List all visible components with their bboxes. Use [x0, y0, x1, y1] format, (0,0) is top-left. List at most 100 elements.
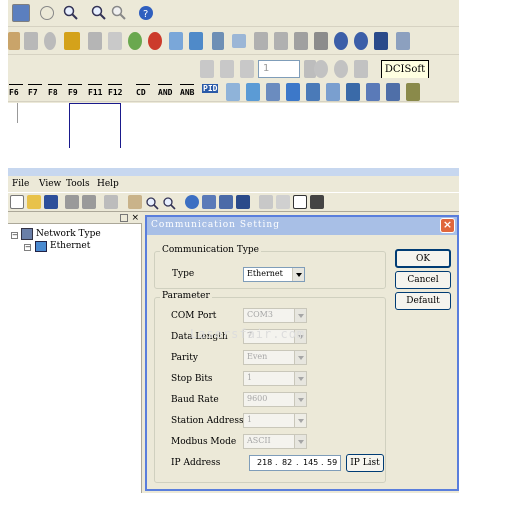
fkey-f6[interactable]: F6 — [9, 84, 23, 97]
dialog-title-bar[interactable]: Communication Setting × — [147, 217, 457, 235]
monitor-icon[interactable] — [24, 32, 38, 50]
parity-select[interactable]: Even — [243, 350, 307, 365]
download-icon[interactable] — [189, 32, 203, 50]
ip-address-input[interactable]: 218 . 82 . 145 . 59 — [249, 455, 341, 471]
fkey-f8[interactable]: F8 — [48, 84, 62, 97]
chevron-down-icon[interactable] — [294, 372, 306, 385]
globe-icon[interactable] — [185, 195, 199, 209]
new-icon[interactable] — [10, 195, 24, 209]
zoom-in-icon[interactable] — [145, 195, 159, 210]
connect-icon[interactable] — [8, 32, 20, 50]
network-icon[interactable] — [374, 32, 388, 50]
replace-icon[interactable] — [354, 32, 368, 50]
type-select[interactable]: Ethernet — [243, 267, 305, 282]
search-device-icon[interactable] — [202, 195, 216, 209]
pin-icon[interactable] — [44, 32, 56, 50]
stop-icon[interactable] — [148, 32, 162, 50]
tree-node-ethernet[interactable]: Ethernet — [50, 241, 90, 251]
func-cd[interactable]: CD — [136, 84, 150, 97]
diamond-icon[interactable] — [286, 83, 300, 101]
baud-rate-select[interactable]: 9600 — [243, 392, 307, 407]
station-address-spinner[interactable]: 1 — [243, 413, 307, 428]
close-icon[interactable]: × — [440, 218, 455, 233]
ip-list-button[interactable]: IP List — [346, 454, 384, 472]
chevron-down-icon[interactable] — [294, 435, 306, 448]
device-icon[interactable] — [366, 83, 380, 101]
panel-restore-icon[interactable] — [120, 214, 128, 222]
pair-icon[interactable] — [274, 32, 288, 50]
zoom-in-icon[interactable] — [90, 4, 108, 22]
upload-icon[interactable] — [169, 32, 183, 50]
list-icon[interactable] — [314, 32, 328, 50]
compile-icon[interactable] — [232, 34, 246, 48]
step-input[interactable]: 1 — [258, 60, 300, 78]
print-icon[interactable] — [65, 195, 79, 209]
func-pid[interactable]: PID — [202, 84, 219, 93]
menu-help[interactable]: Help — [97, 179, 119, 189]
stop-bits-select[interactable]: 1 — [243, 371, 307, 386]
fkey-f7[interactable]: F7 — [28, 84, 42, 97]
chart-icon[interactable] — [219, 195, 233, 209]
spinner-arrows-icon[interactable] — [294, 414, 306, 427]
monitor-icon[interactable] — [236, 195, 250, 209]
image-icon[interactable] — [108, 32, 122, 50]
branch-icon[interactable] — [346, 83, 360, 101]
preview-icon[interactable] — [82, 195, 96, 209]
chevron-down-icon[interactable] — [292, 268, 304, 281]
chevron-down-icon[interactable] — [294, 393, 306, 406]
tree-collapse-icon[interactable]: − — [24, 244, 31, 251]
func-anb[interactable]: ANB — [180, 84, 194, 97]
menu-tools[interactable]: Tools — [66, 179, 90, 189]
zoom-out-icon[interactable] — [110, 4, 128, 22]
tool-icon[interactable] — [212, 32, 224, 50]
save-icon[interactable] — [44, 195, 58, 209]
window-icon[interactable] — [293, 195, 307, 209]
hand-icon[interactable] — [128, 195, 142, 209]
default-button[interactable]: Default — [395, 292, 451, 310]
grid-icon[interactable] — [88, 32, 102, 50]
ladder-icon[interactable] — [64, 32, 80, 50]
modbus-mode-select[interactable]: ASCII — [243, 434, 307, 449]
tool-a-icon[interactable] — [200, 60, 214, 78]
table-icon[interactable] — [306, 83, 320, 101]
func-and[interactable]: AND — [158, 84, 172, 97]
tree-node-network-type[interactable]: Network Type — [36, 229, 101, 239]
chevron-down-icon[interactable] — [294, 309, 306, 322]
zoom-out-icon[interactable] — [162, 195, 176, 210]
convert-icon[interactable] — [254, 32, 268, 50]
fkey-f9[interactable]: F9 — [68, 84, 82, 97]
tool-b-icon[interactable] — [220, 60, 234, 78]
menu-file[interactable]: File — [12, 179, 29, 189]
tree-collapse-icon[interactable]: − — [11, 232, 18, 239]
refresh-icon[interactable] — [104, 195, 118, 209]
search-icon[interactable] — [62, 4, 80, 22]
save-icon[interactable] — [12, 4, 30, 22]
step-icon[interactable] — [266, 83, 280, 101]
panel-close-icon[interactable]: × — [131, 213, 139, 223]
open-icon[interactable] — [27, 195, 41, 209]
find-icon[interactable] — [334, 32, 348, 50]
fkey-f12[interactable]: F12 — [108, 84, 122, 97]
cancel-button[interactable]: Cancel — [395, 271, 451, 289]
help-icon[interactable]: ? — [137, 4, 155, 22]
ok-button[interactable]: OK — [395, 249, 451, 268]
cross-icon[interactable] — [354, 60, 368, 78]
settings-icon[interactable] — [396, 32, 410, 50]
run-icon[interactable] — [128, 32, 142, 50]
layout-icon[interactable] — [259, 195, 273, 209]
mail-icon[interactable] — [326, 83, 340, 101]
tile-icon[interactable] — [276, 195, 290, 209]
minus-icon[interactable] — [314, 60, 328, 78]
block-icon[interactable] — [406, 83, 420, 101]
refresh-icon[interactable] — [334, 60, 348, 78]
chart-icon[interactable] — [226, 83, 240, 101]
wave-icon[interactable] — [246, 83, 260, 101]
undo-icon[interactable] — [40, 6, 54, 20]
menu-view[interactable]: View — [39, 179, 61, 189]
fkey-f11[interactable]: F11 — [88, 84, 102, 97]
io-icon[interactable] — [386, 83, 400, 101]
com-port-select[interactable]: COM3 — [243, 308, 307, 323]
tool-c-icon[interactable] — [240, 60, 254, 78]
cascade-icon[interactable] — [310, 195, 324, 209]
flow-icon[interactable] — [294, 32, 308, 50]
